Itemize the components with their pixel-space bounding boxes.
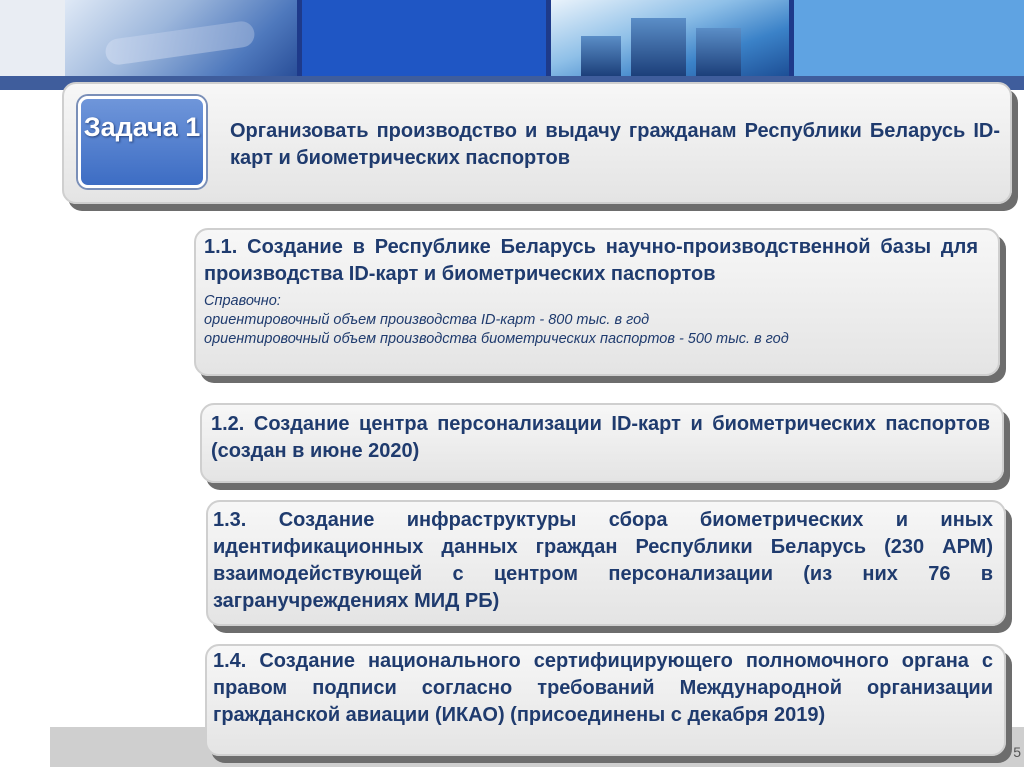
item-text-1-4: 1.4. Создание национального сертифицирую… (213, 650, 993, 726)
note-title: Справочно: (204, 293, 281, 309)
task-badge: Задача 1 (78, 96, 206, 188)
building-shape (696, 28, 741, 76)
item-text-1-1: 1.1. Создание в Республике Беларусь науч… (204, 236, 978, 285)
task-text: Организовать производство и выдачу гражд… (230, 120, 1000, 169)
page-number: 5 (1013, 744, 1021, 760)
note-line: ориентировочный объем производства ID-ка… (204, 312, 650, 328)
header-photo-buildings (551, 0, 789, 76)
header-light-blue-panel (794, 0, 1024, 76)
note-line: ориентировочный объем производства биоме… (204, 331, 789, 347)
building-shape (631, 18, 686, 76)
building-shape (581, 36, 621, 76)
item-text-1-2: 1.2. Создание центра персонализации ID-к… (211, 413, 990, 462)
item-text-1-3: 1.3. Создание инфраструктуры сбора биоме… (213, 509, 993, 612)
hand-shape (103, 19, 257, 67)
header-left-panel (0, 0, 65, 76)
header-photo-keyboard (65, 0, 297, 76)
header-blue-panel (302, 0, 546, 76)
